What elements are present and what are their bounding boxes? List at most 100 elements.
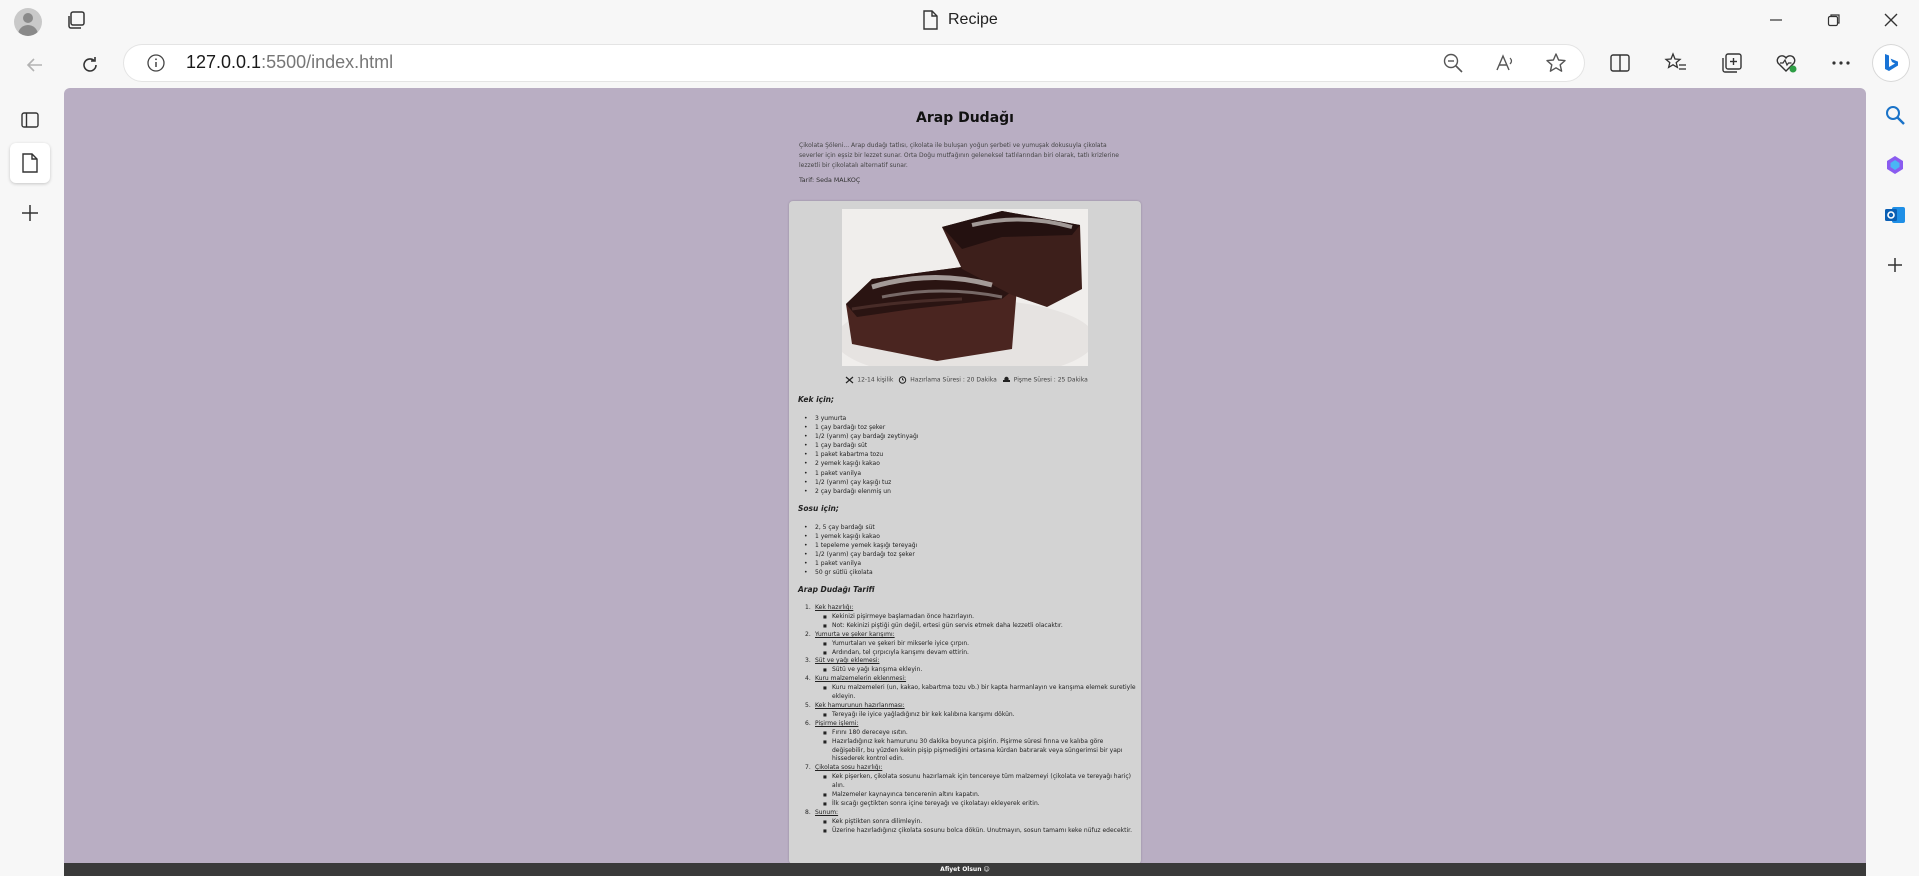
recipe-steps: 1. Kek hazırlığı: Kekinizi pişirmeye başl… bbox=[798, 604, 1138, 836]
list-item: 2 yemek kaşığı kakao bbox=[798, 459, 918, 468]
step-number: 1. bbox=[805, 604, 811, 611]
sauce-ingredients: 2, 5 çay bardağı süt 1 yemek kaşığı kaka… bbox=[798, 523, 917, 578]
new-tab-icon[interactable] bbox=[10, 193, 50, 233]
read-aloud-icon[interactable] bbox=[1494, 52, 1516, 74]
workspaces-icon[interactable] bbox=[66, 10, 86, 30]
step-note: İlk sıcağı geçtikten sonra içine tereyağ… bbox=[823, 800, 1138, 809]
restore-icon[interactable] bbox=[1812, 6, 1856, 34]
tab-actions-icon[interactable] bbox=[10, 100, 50, 140]
step-note: Malzemeler kaynayınca tencerenin altını … bbox=[823, 791, 1138, 800]
step-number: 7. bbox=[805, 764, 811, 772]
edge-sidebar bbox=[1870, 88, 1919, 876]
prep-time: Hazırlama Süresi : 20 Dakika bbox=[910, 376, 997, 384]
step-note: Üzerine hazırladığınız çikolata sosunu b… bbox=[823, 827, 1138, 836]
step-note: Kekinizi pişirmeye başlamadan önce hazır… bbox=[823, 613, 1138, 622]
add-sidebar-app-icon[interactable] bbox=[1882, 252, 1908, 278]
recipe-title: Arap Dudağı bbox=[916, 110, 1014, 126]
step-title: Yumurta ve şeker karışımı: bbox=[815, 630, 895, 638]
more-options-icon[interactable] bbox=[1829, 51, 1853, 75]
favorite-star-icon[interactable] bbox=[1545, 52, 1567, 74]
outlook-icon[interactable] bbox=[1882, 202, 1908, 228]
step-note: Kek pişerken, çikolata sosunu hazırlamak… bbox=[823, 773, 1138, 791]
list-item: 1 paket vanilya bbox=[798, 469, 918, 478]
step-item: 8. Sunum: Kek piştikten sonra dilimleyin.… bbox=[798, 809, 1138, 836]
recipe-meta: 12-14 kişilik Hazırlama Süresi : 20 Daki… bbox=[789, 376, 1141, 384]
step-title: Kek hazırlığı: bbox=[815, 604, 854, 611]
tab-title: Recipe bbox=[948, 11, 998, 28]
refresh-icon[interactable] bbox=[75, 50, 105, 80]
list-item: 1/2 (yarım) çay bardağı zeytinyağı bbox=[798, 432, 918, 441]
search-icon[interactable] bbox=[1882, 102, 1908, 128]
cook-time: Pişme Süresi : 25 Dakika bbox=[1013, 376, 1088, 384]
step-note: Tereyağı ile iyice yağladığınız bir kek … bbox=[823, 711, 1138, 720]
step-title: Sunum: bbox=[815, 808, 839, 816]
url-text[interactable]: 127.0.0.1:5500/index.html bbox=[186, 52, 393, 73]
sauce-heading: Sosu için; bbox=[798, 504, 839, 513]
list-item: 1/2 (yarım) çay bardağı toz şeker bbox=[798, 550, 917, 559]
list-item: 3 yumurta bbox=[798, 414, 918, 423]
step-note: Hazırladığınız kek hamurunu 30 dakika bo… bbox=[823, 738, 1138, 765]
recipe-card: 12-14 kişilik Hazırlama Süresi : 20 Daki… bbox=[789, 201, 1141, 864]
list-item: 1 yemek kaşığı kakao bbox=[798, 532, 917, 541]
clock-icon bbox=[899, 376, 907, 384]
step-item: 4. Kuru malzemelerin eklenmesi: Kuru malz… bbox=[798, 675, 1138, 702]
back-icon[interactable] bbox=[20, 50, 50, 80]
step-number: 8. bbox=[805, 808, 811, 816]
browser-essentials-icon[interactable] bbox=[1774, 51, 1798, 75]
page-icon bbox=[923, 10, 938, 30]
step-item: 5. Kek hamurunun hazırlanması: Tereyağı i… bbox=[798, 702, 1138, 720]
list-item: 2 çay bardağı elenmiş un bbox=[798, 487, 918, 496]
collections-icon[interactable] bbox=[1720, 51, 1744, 75]
close-icon[interactable] bbox=[1869, 6, 1913, 34]
list-item: 50 gr sütlü çikolata bbox=[798, 568, 917, 577]
vertical-tabs-bar bbox=[0, 88, 60, 876]
step-item: 7. Çikolata sosu hazırlığı: Kek pişerken,… bbox=[798, 764, 1138, 809]
list-item: 1 tepeleme yemek kaşığı tereyağı bbox=[798, 541, 917, 550]
split-screen-icon[interactable] bbox=[1608, 51, 1632, 75]
step-title: Çikolata sosu hazırlığı: bbox=[815, 764, 883, 772]
step-item: 6. Pişirme işlemi: Fırını 180 dereceye ıs… bbox=[798, 720, 1138, 765]
step-number: 2. bbox=[805, 630, 811, 638]
step-note: Sütü ve yağı karışıma ekleyin. bbox=[823, 666, 1138, 675]
step-item: 3. Süt ve yağı eklemesi: Sütü ve yağı kar… bbox=[798, 657, 1138, 675]
url-host: 127.0.0.1 bbox=[186, 52, 262, 72]
step-item: 1. Kek hazırlığı: Kekinizi pişirmeye başl… bbox=[798, 604, 1138, 631]
list-item: 1/2 (yarım) çay kaşığı tuz bbox=[798, 478, 918, 487]
step-note: Ardından, tel çırpıcıyla karışımı devam … bbox=[823, 649, 1138, 658]
step-note: Not: Kekinizi piştiği gün değil, ertesi … bbox=[823, 622, 1138, 631]
step-title: Kek hamurunun hazırlanması: bbox=[815, 701, 905, 709]
list-item: 1 çay bardağı süt bbox=[798, 441, 918, 450]
dessert-photo bbox=[842, 209, 1088, 366]
step-note: Fırını 180 dereceye ısıtın. bbox=[823, 729, 1138, 738]
list-item: 1 paket vanilya bbox=[798, 559, 917, 568]
step-number: 4. bbox=[805, 675, 811, 683]
copilot-icon[interactable] bbox=[1873, 45, 1909, 81]
zoom-out-icon[interactable] bbox=[1442, 52, 1464, 74]
profile-avatar-icon[interactable] bbox=[14, 8, 42, 36]
cake-heading: Kek için; bbox=[798, 395, 835, 404]
site-info-icon[interactable] bbox=[146, 53, 166, 73]
favorites-icon[interactable] bbox=[1664, 51, 1688, 75]
vertical-tab-recipe[interactable] bbox=[10, 143, 50, 183]
list-item: 1 çay bardağı toz şeker bbox=[798, 423, 918, 432]
copilot-sidebar-icon[interactable] bbox=[1882, 152, 1908, 178]
list-item: 1 paket kabartma tozu bbox=[798, 450, 918, 459]
step-item: 2. Yumurta ve şeker karışımı: Yumurtaları… bbox=[798, 631, 1138, 658]
step-title: Pişirme işlemi: bbox=[815, 719, 859, 727]
step-number: 6. bbox=[805, 719, 811, 727]
servings: 12-14 kişilik bbox=[857, 376, 894, 384]
step-note: Yumurtaları ve şekeri bir mikserle iyice… bbox=[823, 640, 1138, 649]
cake-ingredients: 3 yumurta 1 çay bardağı toz şeker 1/2 (y… bbox=[798, 414, 918, 496]
active-tab[interactable]: Recipe bbox=[922, 8, 998, 32]
navigation-bar: 127.0.0.1:5500/index.html bbox=[0, 40, 1919, 88]
list-item: 2, 5 çay bardağı süt bbox=[798, 523, 917, 532]
fork-knife-icon bbox=[845, 376, 854, 384]
step-note: Kuru malzemeleri (un, kakao, kabartma to… bbox=[823, 684, 1138, 702]
recipe-author: Tarif: Seda MALKOÇ bbox=[799, 177, 861, 184]
step-title: Kuru malzemelerin eklenmesi: bbox=[815, 675, 907, 683]
address-bar[interactable]: 127.0.0.1:5500/index.html bbox=[124, 45, 1584, 81]
minimize-icon[interactable] bbox=[1754, 6, 1798, 34]
chef-hat-icon bbox=[1002, 376, 1010, 382]
steps-heading: Arap Dudağı Tarifi bbox=[798, 585, 875, 594]
step-note: Kek piştikten sonra dilimleyin. bbox=[823, 818, 1138, 827]
